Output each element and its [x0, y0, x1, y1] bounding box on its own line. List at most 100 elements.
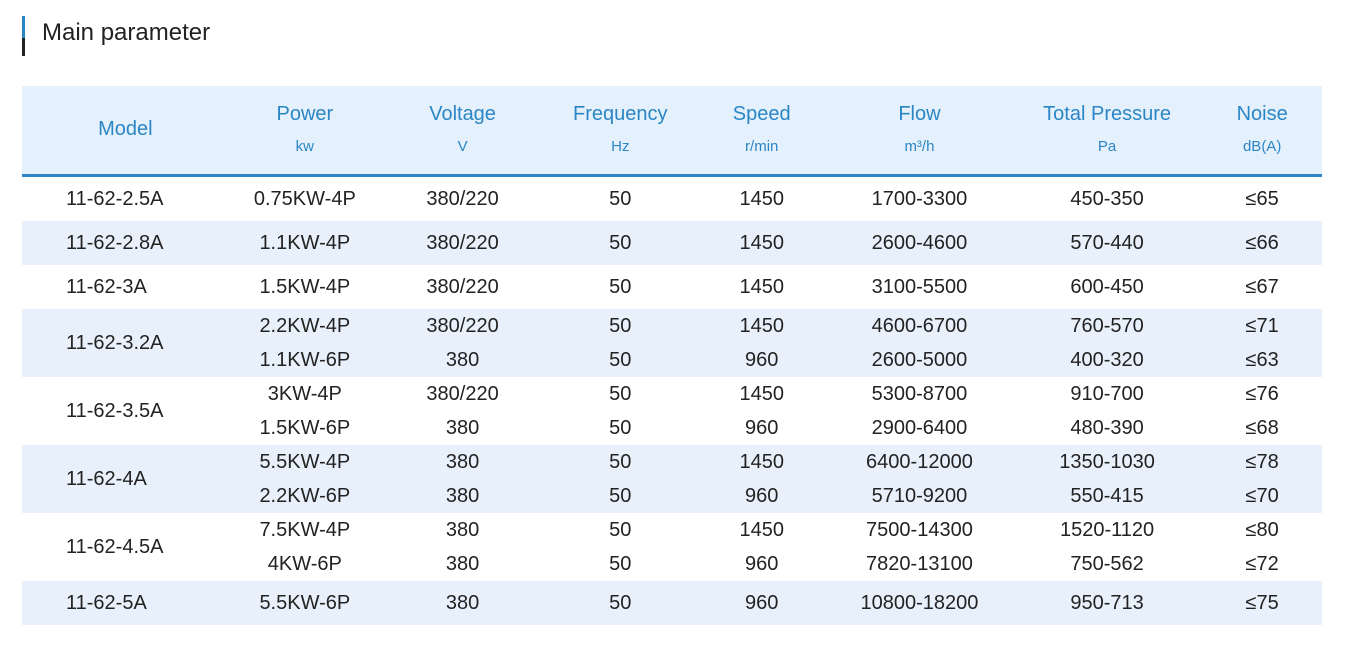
header-frequency: Frequency Hz: [544, 86, 697, 177]
cell-voltage: 380: [445, 518, 480, 541]
cell-flow: 1700-3300: [871, 187, 968, 210]
cell-frequency: 50: [544, 342, 697, 377]
cell-model: 11-62-4.5A: [66, 535, 164, 558]
cell-pressure: 950-713: [1011, 580, 1203, 625]
header-flow: Flow m³/h: [826, 86, 1012, 177]
cell-speed: 1450: [739, 187, 784, 210]
cell-power: 1.5KW-6P: [259, 416, 351, 439]
cell-speed: 960: [696, 342, 827, 377]
cell-pressure: 750-562: [1070, 552, 1144, 575]
header-noise: Noise dB(A): [1202, 86, 1322, 177]
cell-noise: ≤67: [1245, 275, 1279, 298]
table-row: 11-62-3A 1.5KW-4P 380/220 50 1450 3100-5500 60…: [22, 265, 1322, 309]
cell-speed: 960: [696, 478, 827, 513]
cell-pressure: 570-440: [1011, 220, 1203, 265]
table-row: 11-62-3.2A 2.2KW-4P 380/220 50 1450 4600-6700…: [22, 308, 1322, 377]
cell-flow: 2600-4600: [826, 220, 1012, 265]
cell-noise: ≤68: [1245, 416, 1279, 439]
cell-voltage: 380: [445, 416, 480, 439]
cell-pressure: 480-390: [1070, 416, 1144, 439]
cell-flow: 5710-9200: [826, 478, 1012, 513]
cell-model: 11-62-3.2A: [22, 308, 229, 377]
table-row: 11-62-2.5A 0.75KW-4P 380/220 50 1450 1700-330…: [22, 175, 1322, 221]
cell-noise: ≤70: [1202, 478, 1322, 513]
cell-flow: 6400-12000: [826, 444, 1012, 479]
cell-power: 3KW-4P: [267, 382, 342, 405]
cell-power: 1.1KW-6P: [228, 342, 381, 377]
cell-power: 5.5KW-4P: [228, 444, 381, 479]
cell-frequency: 50: [544, 308, 697, 343]
cell-model: 11-62-5A: [22, 580, 229, 625]
cell-noise: ≤72: [1245, 552, 1279, 575]
section-title: Main parameter: [42, 19, 211, 46]
cell-noise: ≤75: [1202, 580, 1322, 625]
cell-speed: 960: [745, 552, 779, 575]
cell-power: 7.5KW-4P: [259, 518, 351, 541]
header-voltage: Voltage V: [380, 86, 545, 177]
table-row: 11-62-2.8A 1.1KW-4P 380/220 50 1450 2600-4600…: [22, 220, 1322, 265]
cell-speed: 1450: [739, 518, 784, 541]
cell-voltage: 380: [380, 342, 545, 377]
cell-frequency: 50: [609, 275, 632, 298]
cell-frequency: 50: [609, 187, 632, 210]
cell-speed: 1450: [696, 308, 827, 343]
cell-pressure: 400-320: [1011, 342, 1203, 377]
cell-speed: 960: [745, 416, 779, 439]
cell-noise: ≤63: [1202, 342, 1322, 377]
cell-noise: ≤78: [1202, 444, 1322, 479]
cell-noise: ≤65: [1245, 187, 1279, 210]
cell-model: 11-62-2.8A: [22, 220, 229, 265]
cell-voltage: 380: [380, 444, 545, 479]
cell-speed: 1450: [739, 275, 784, 298]
cell-voltage: 380: [380, 580, 545, 625]
cell-frequency: 50: [544, 478, 697, 513]
cell-voltage: 380/220: [426, 187, 499, 210]
cell-power: 5.5KW-6P: [228, 580, 381, 625]
header-total-pressure: Total Pressure Pa: [1011, 86, 1203, 177]
table-row: 11-62-3.5A 3KW-4P 380/220 50 1450 5300-8700 91…: [22, 377, 1322, 422]
cell-voltage: 380/220: [380, 220, 545, 265]
table-row: 11-62-5A 5.5KW-6P 380 50 960 10800-18200 950-7…: [22, 580, 1322, 625]
cell-power: 2.2KW-6P: [228, 478, 381, 513]
cell-frequency: 50: [544, 220, 697, 265]
cell-pressure: 450-350: [1070, 187, 1144, 210]
cell-flow: 10800-18200: [826, 580, 1012, 625]
cell-pressure: 1520-1120: [1060, 518, 1155, 541]
cell-pressure: 600-450: [1070, 275, 1144, 298]
cell-voltage: 380: [445, 552, 480, 575]
cell-frequency: 50: [609, 416, 632, 439]
cell-pressure: 550-415: [1011, 478, 1203, 513]
cell-voltage: 380/220: [426, 275, 499, 298]
cell-flow: 7500-14300: [866, 518, 973, 541]
header-speed: Speed r/min: [696, 86, 827, 177]
header-model: Model: [22, 86, 229, 177]
cell-frequency: 50: [609, 382, 632, 405]
cell-voltage: 380/220: [380, 308, 545, 343]
cell-pressure: 910-700: [1070, 382, 1144, 405]
cell-noise: ≤80: [1245, 518, 1279, 541]
cell-frequency: 50: [609, 518, 632, 541]
header-power: Power kw: [228, 86, 381, 177]
cell-model: 11-62-2.5A: [66, 187, 164, 210]
cell-power: 2.2KW-4P: [228, 308, 381, 343]
cell-power: 1.5KW-4P: [259, 275, 351, 298]
cell-model: 11-62-3A: [66, 275, 147, 298]
cell-speed: 1450: [739, 382, 784, 405]
cell-voltage: 380/220: [426, 382, 499, 405]
cell-power: 1.1KW-4P: [228, 220, 381, 265]
table-body: 11-62-2.5A 0.75KW-4P 380/220 50 1450 1700-330…: [22, 175, 1322, 625]
cell-pressure: 1350-1030: [1011, 444, 1203, 479]
parameter-table: Model Power kw Voltage V Frequency Hz Sp…: [22, 86, 1322, 625]
table-row: 11-62-4A 5.5KW-4P 380 50 1450 6400-12000 1350-…: [22, 444, 1322, 513]
cell-flow: 7820-13100: [866, 552, 973, 575]
table-header-row: Model Power kw Voltage V Frequency Hz Sp…: [22, 86, 1322, 177]
cell-frequency: 50: [544, 580, 697, 625]
cell-flow: 2900-6400: [871, 416, 968, 439]
table-row: 11-62-4.5A 7.5KW-4P 380 50 1450 7500-14300 152…: [22, 513, 1322, 558]
cell-flow: 2600-5000: [826, 342, 1012, 377]
cell-speed: 1450: [696, 220, 827, 265]
cell-speed: 1450: [696, 444, 827, 479]
cell-frequency: 50: [544, 444, 697, 479]
cell-flow: 5300-8700: [871, 382, 968, 405]
cell-speed: 960: [696, 580, 827, 625]
